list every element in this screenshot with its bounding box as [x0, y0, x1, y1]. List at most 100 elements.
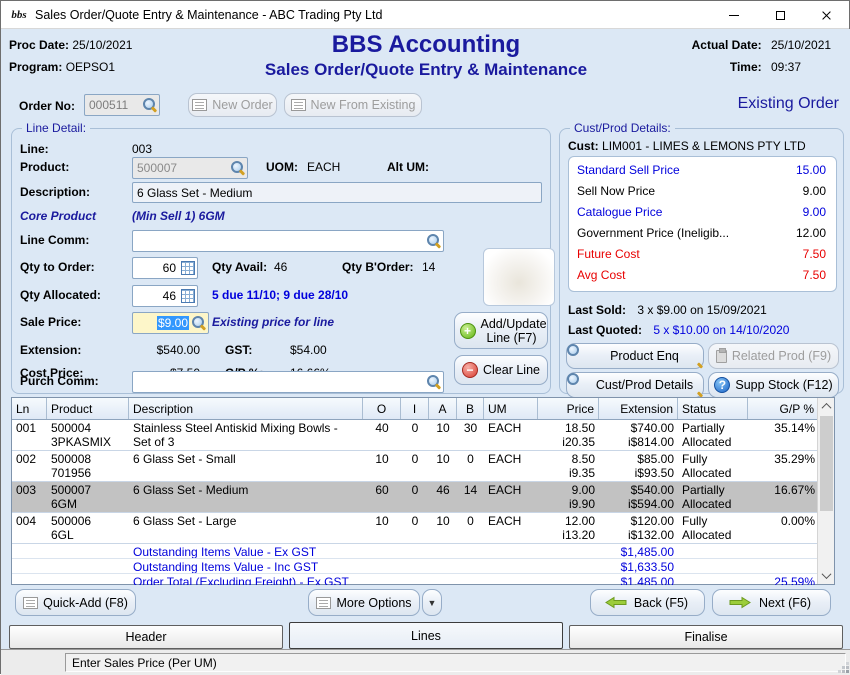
line-detail-group-title: Line Detail: — [22, 121, 90, 135]
cust-prod-details-button[interactable]: Cust/Prod Details — [566, 372, 704, 398]
product-enq-button[interactable]: Product Enq — [566, 343, 704, 369]
table-row[interactable]: 0015000043PKASMIXStainless Steel Antiski… — [12, 420, 834, 451]
product-image-button[interactable] — [483, 248, 555, 306]
table-row[interactable]: 0035000076GM6 Glass Set - Medium6004614E… — [12, 482, 834, 513]
purch-comm-search-icon[interactable] — [427, 375, 441, 389]
column-header[interactable]: B — [457, 398, 484, 419]
extension-value: $540.00 — [130, 343, 200, 357]
quick-add-button[interactable]: Quick-Add (F8) — [15, 589, 136, 616]
calculator-icon[interactable] — [181, 289, 195, 303]
column-header[interactable]: A — [429, 398, 457, 419]
price-list-item[interactable]: Sell Now Price9.00 — [569, 181, 836, 202]
price-list-item[interactable]: Future Cost7.50 — [569, 244, 836, 265]
minimize-button[interactable] — [711, 1, 757, 29]
cust-label: Cust: — [568, 139, 599, 153]
description-field[interactable] — [132, 182, 542, 203]
column-header[interactable]: I — [401, 398, 429, 419]
table-row[interactable]: 0025000087019566 Glass Set - Small100100… — [12, 451, 834, 482]
vertical-scrollbar[interactable] — [817, 398, 834, 584]
more-options-button[interactable]: More Options — [308, 589, 420, 616]
tab-header[interactable]: Header — [9, 625, 283, 649]
min-sell-note: (Min Sell 1) 6GM — [132, 209, 225, 223]
last-sold-value: 3 x $9.00 on 15/09/2021 — [637, 303, 766, 317]
clear-line-button[interactable]: − Clear Line — [454, 355, 548, 385]
back-button[interactable]: Back (F5) — [590, 589, 705, 616]
window-title: Sales Order/Quote Entry & Maintenance - … — [35, 8, 382, 22]
allocation-note: 5 due 11/10; 9 due 28/10 — [212, 288, 348, 302]
cust-value: LIM001 - LIMES & LEMONS PTY LTD — [602, 139, 806, 153]
column-header[interactable]: Status — [678, 398, 748, 419]
description-label: Description: — [20, 185, 90, 199]
resize-grip[interactable] — [846, 670, 849, 673]
line-label: Line: — [20, 142, 49, 156]
column-header[interactable]: Ln — [12, 398, 47, 419]
column-header[interactable]: Extension — [599, 398, 678, 419]
scrollbar-thumb[interactable] — [820, 416, 833, 511]
next-button[interactable]: Next (F6) — [712, 589, 831, 616]
table-header-row: LnProductDescriptionOIABUMPriceExtension… — [12, 398, 834, 420]
sale-price-search-icon[interactable] — [192, 316, 206, 330]
add-update-line-button[interactable]: + Add/Update Line (F7) — [454, 312, 548, 349]
qty-allocated-label: Qty Allocated: — [20, 288, 101, 302]
sale-price-value[interactable]: $9.00 — [157, 316, 189, 330]
supp-stock-button[interactable]: ? Supp Stock (F12) — [708, 372, 839, 398]
sale-price-field[interactable]: $9.00 — [132, 312, 209, 334]
tab-finalise[interactable]: Finalise — [569, 625, 843, 649]
qty-allocated-field[interactable] — [132, 285, 198, 307]
scroll-up-icon[interactable] — [818, 398, 835, 415]
actual-date-value: 25/10/2021 — [771, 38, 841, 52]
last-sold-label: Last Sold: — [568, 303, 626, 317]
description-input[interactable] — [133, 183, 541, 202]
column-header[interactable]: G/P % — [748, 398, 819, 419]
core-product-flag: Core Product — [20, 209, 96, 223]
product-input[interactable] — [133, 158, 247, 178]
chevron-down-icon: ▼ — [428, 598, 437, 608]
line-value: 003 — [132, 142, 152, 156]
column-header[interactable]: Price — [538, 398, 599, 419]
product-search-icon[interactable] — [231, 161, 245, 175]
close-button[interactable] — [803, 1, 849, 29]
related-prod-button[interactable]: Related Prod (F9) — [708, 343, 839, 369]
gst-value: $54.00 — [290, 343, 327, 357]
price-list: Standard Sell Price15.00Sell Now Price9.… — [568, 156, 837, 292]
order-no-label: Order No: — [19, 99, 75, 113]
column-header[interactable]: UM — [484, 398, 538, 419]
qty-to-order-field[interactable] — [132, 257, 198, 279]
column-header[interactable]: Product — [47, 398, 129, 419]
new-order-icon — [192, 99, 207, 111]
table-row[interactable]: 0045000066GL6 Glass Set - Large100100EAC… — [12, 513, 834, 544]
line-comm-label: Line Comm: — [20, 233, 89, 247]
table-body: 0015000043PKASMIXStainless Steel Antiski… — [12, 420, 834, 585]
column-header[interactable]: O — [363, 398, 401, 419]
product-field[interactable] — [132, 157, 248, 179]
clipboard-icon — [716, 350, 727, 363]
column-header[interactable]: Description — [129, 398, 363, 419]
maximize-button[interactable] — [757, 1, 803, 29]
line-comm-input[interactable] — [133, 231, 443, 251]
order-search-icon[interactable] — [143, 98, 157, 112]
line-comm-field[interactable] — [132, 230, 444, 252]
help-icon: ? — [714, 377, 730, 393]
order-lines-table: LnProductDescriptionOIABUMPriceExtension… — [11, 397, 835, 585]
more-options-dropdown-button[interactable]: ▼ — [422, 589, 442, 616]
new-order-button[interactable]: New Order — [188, 93, 277, 117]
summary-row: Outstanding Items Value - Inc GST$1,633.… — [12, 559, 834, 574]
scroll-down-icon[interactable] — [818, 567, 835, 584]
price-list-item[interactable]: Catalogue Price9.00 — [569, 202, 836, 223]
last-quoted-value: 5 x $10.00 on 14/10/2020 — [653, 323, 789, 337]
purch-comm-field[interactable] — [132, 371, 444, 393]
status-message-box: Enter Sales Price (Per UM) — [65, 653, 846, 672]
price-list-item[interactable]: Standard Sell Price15.00 — [569, 160, 836, 181]
purch-comm-input[interactable] — [133, 372, 443, 392]
tab-lines[interactable]: Lines — [289, 622, 563, 649]
qty-avail-label: Qty Avail: — [212, 260, 267, 274]
price-list-item[interactable]: Government Price (Ineligib...12.00 — [569, 223, 836, 244]
title-bar: bbs Sales Order/Quote Entry & Maintenanc… — [1, 1, 849, 29]
price-list-item[interactable]: Avg Cost7.50 — [569, 265, 836, 286]
line-comm-search-icon[interactable] — [427, 234, 441, 248]
new-from-existing-button[interactable]: New From Existing — [284, 93, 422, 117]
calculator-icon[interactable] — [181, 261, 195, 275]
gst-label: GST: — [225, 343, 252, 357]
order-no-field[interactable] — [84, 94, 160, 116]
product-label: Product: — [20, 160, 69, 174]
